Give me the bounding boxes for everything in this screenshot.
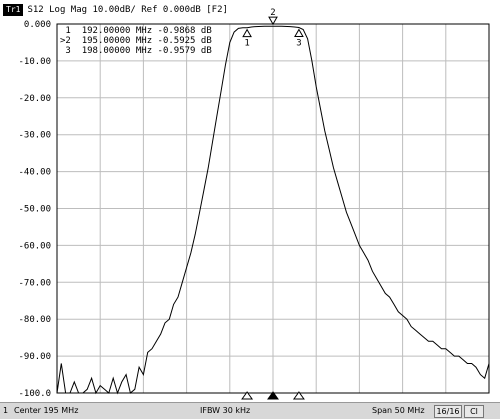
channel-number[interactable]: 1 xyxy=(3,406,8,415)
analyzer-window: Tr1 S12 Log Mag 10.00dB/ Ref 0.000dB [F2… xyxy=(0,0,500,419)
status-bar: 1 Center 195 MHz IFBW 30 kHz Span 50 MHz… xyxy=(0,402,500,419)
y-axis-labels: 0.000 -10.00 -20.00 -30.00 -40.00 -50.00 -60.0… xyxy=(18,20,51,399)
y-tick-label: -100.0 xyxy=(18,389,51,399)
marker-frequency: 198.00000 MHz xyxy=(81,46,158,56)
y-tick-label: -70.00 xyxy=(18,278,51,288)
marker-number: 1 xyxy=(65,26,82,36)
marker-frequency: 192.00000 MHz xyxy=(81,26,158,36)
y-tick-label: -30.00 xyxy=(18,131,51,141)
y-tick-label: -40.00 xyxy=(18,168,51,178)
marker-table: 1 192.00000 MHz -0.9868 dB >2 195.00000 M… xyxy=(60,26,212,56)
marker-1-tag: 1 xyxy=(244,39,249,49)
cal-indicator[interactable]: Cl xyxy=(464,405,484,418)
marker-row[interactable]: 3 198.00000 MHz -0.9579 dB xyxy=(60,46,212,56)
span-setting[interactable]: Span 50 MHz xyxy=(372,406,425,415)
marker-value: -0.9579 dB xyxy=(157,46,212,56)
y-tick-label: 0.000 xyxy=(24,20,51,30)
marker-row[interactable]: >2 195.00000 MHz -0.5925 dB xyxy=(60,36,212,46)
y-tick-label: -90.00 xyxy=(18,352,51,362)
plot-area[interactable]: 0.000 -10.00 -20.00 -30.00 -40.00 -50.00 -60.0… xyxy=(0,0,500,402)
marker-1-glyph[interactable] xyxy=(242,28,252,38)
y-tick-label: -50.00 xyxy=(18,205,51,215)
marker-value: -0.9868 dB xyxy=(157,26,212,36)
y-tick-label: -20.00 xyxy=(18,94,51,104)
marker-2-glyph[interactable] xyxy=(268,16,278,26)
marker-value: -0.5925 dB xyxy=(157,36,212,46)
center-frequency[interactable]: Center 195 MHz xyxy=(14,406,78,415)
marker-3-glyph[interactable] xyxy=(294,28,304,38)
marker-2-tag: 2 xyxy=(270,8,275,18)
marker-frequency: 195.00000 MHz xyxy=(81,36,158,46)
sweep-count: 16/16 xyxy=(434,405,462,418)
marker-number: 3 xyxy=(65,46,82,56)
y-tick-label: -80.00 xyxy=(18,315,51,325)
y-tick-label: -10.00 xyxy=(18,57,51,67)
marker-number: 2 xyxy=(65,36,82,46)
marker-3-tag: 3 xyxy=(296,39,301,49)
ifbw-setting[interactable]: IFBW 30 kHz xyxy=(200,406,250,415)
y-tick-label: -60.00 xyxy=(18,241,51,251)
marker-row[interactable]: 1 192.00000 MHz -0.9868 dB xyxy=(60,26,212,36)
